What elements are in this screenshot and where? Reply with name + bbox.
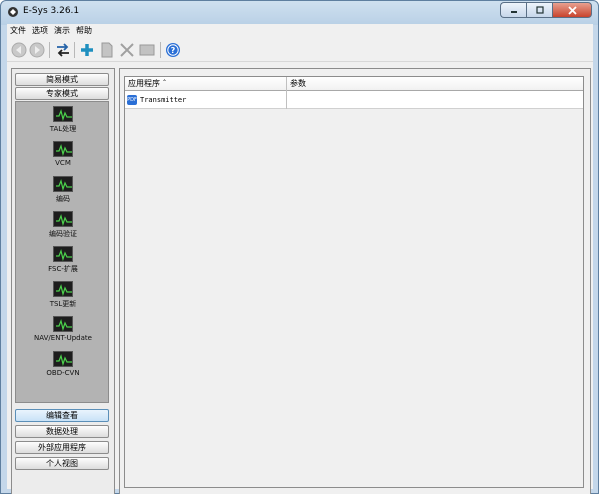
- maximize-button[interactable]: [526, 2, 552, 18]
- toolbar-separator: [74, 42, 75, 58]
- column-header-application[interactable]: 应用程序 ˆ: [125, 77, 287, 91]
- window-title: E-Sys 3.26.1: [23, 6, 80, 16]
- tool-fsc-extension[interactable]: FSC-扩展: [16, 246, 110, 274]
- tool-label: TSL更新: [49, 300, 77, 308]
- window-icon: [139, 44, 155, 56]
- toolbar-separator: [49, 42, 50, 58]
- application-name: Transmitter: [140, 96, 187, 104]
- close-button[interactable]: [552, 2, 592, 18]
- add-button[interactable]: [79, 42, 95, 58]
- personal-view-button[interactable]: 个人视图: [15, 457, 109, 470]
- client-area: 文件 选项 演示 帮助 ? 简易模式 专家模式 TAL处理 VCM 编码 编码验…: [7, 24, 593, 494]
- toolbar-separator: [160, 42, 161, 58]
- expert-mode-button[interactable]: 专家模式: [15, 87, 109, 100]
- cell-parameters: [287, 91, 583, 109]
- help-icon: ?: [166, 43, 180, 57]
- menu-file[interactable]: 文件: [7, 24, 29, 38]
- tool-label: TAL处理: [49, 125, 77, 133]
- minimize-button[interactable]: [500, 2, 526, 18]
- app-window: E-Sys 3.26.1 文件 选项 演示 帮助 ? 简易模式 专家模式 TAL…: [0, 0, 599, 494]
- minimize-icon: [510, 11, 517, 13]
- add-icon: [81, 44, 93, 56]
- edit-view-button[interactable]: 编辑查看: [15, 409, 109, 422]
- menu-bar: 文件 选项 演示 帮助: [7, 24, 593, 38]
- document-button[interactable]: [99, 42, 115, 58]
- cell-application: PDF Transmitter: [125, 91, 287, 109]
- mode-navigator: 简易模式 专家模式 TAL处理 VCM 编码 编码验证 FSC-扩展 TSL更新…: [11, 68, 115, 494]
- oscilloscope-icon: [53, 176, 73, 192]
- applications-table: 应用程序 ˆ 参数 PDF Transmitter: [124, 76, 584, 488]
- tool-label: 编码验证: [49, 230, 77, 238]
- oscilloscope-icon: [53, 246, 73, 262]
- data-processing-button[interactable]: 数据处理: [15, 425, 109, 438]
- column-header-parameters[interactable]: 参数: [287, 77, 583, 91]
- tool-nav-ent-update[interactable]: NAV/ENT-Update: [16, 316, 110, 342]
- back-button[interactable]: [11, 42, 27, 58]
- menu-help[interactable]: 帮助: [73, 24, 95, 38]
- window-button[interactable]: [139, 42, 155, 58]
- tool-label: FSC-扩展: [48, 265, 78, 273]
- toolbar: ?: [7, 38, 593, 62]
- tool-obd-cvn[interactable]: OBD-CVN: [16, 351, 110, 377]
- expert-tools-panel: TAL处理 VCM 编码 编码验证 FSC-扩展 TSL更新 NAV/ENT-U…: [15, 101, 109, 403]
- tool-tsl-update[interactable]: TSL更新: [16, 281, 110, 309]
- back-icon: [11, 42, 27, 58]
- tool-coding[interactable]: 编码: [16, 176, 110, 204]
- tool-label: OBD-CVN: [46, 369, 80, 377]
- connect-icon: [57, 43, 69, 57]
- oscilloscope-icon: [53, 351, 73, 367]
- tool-label: 编码: [56, 195, 70, 203]
- tool-coding-verification[interactable]: 编码验证: [16, 211, 110, 239]
- close-icon: [567, 5, 577, 15]
- cut-icon: [120, 43, 134, 57]
- cut-button[interactable]: [119, 42, 135, 58]
- maximize-icon: [535, 6, 544, 14]
- menu-demo[interactable]: 演示: [51, 24, 73, 38]
- oscilloscope-icon: [53, 281, 73, 297]
- oscilloscope-icon: [53, 141, 73, 157]
- forward-icon: [29, 42, 45, 58]
- oscilloscope-icon: [53, 106, 73, 122]
- oscilloscope-icon: [53, 211, 73, 227]
- title-bar: E-Sys 3.26.1: [1, 1, 598, 23]
- tool-label: NAV/ENT-Update: [34, 334, 92, 342]
- external-apps-button[interactable]: 外部应用程序: [15, 441, 109, 454]
- help-button[interactable]: ?: [165, 42, 181, 58]
- table-row[interactable]: PDF Transmitter: [125, 91, 583, 109]
- document-icon: [101, 42, 113, 58]
- application-icon: PDF: [127, 95, 137, 105]
- connect-button[interactable]: [55, 42, 71, 58]
- simple-mode-button[interactable]: 简易模式: [15, 73, 109, 86]
- oscilloscope-icon: [53, 316, 73, 332]
- tool-vcm[interactable]: VCM: [16, 141, 110, 167]
- app-icon: [8, 7, 18, 17]
- table-header: 应用程序 ˆ 参数: [125, 77, 583, 91]
- menu-options[interactable]: 选项: [29, 24, 51, 38]
- tool-tal-processing[interactable]: TAL处理: [16, 106, 110, 134]
- svg-text:?: ?: [171, 46, 176, 55]
- forward-button[interactable]: [29, 42, 45, 58]
- tool-label: VCM: [55, 159, 71, 167]
- main-panel: 应用程序 ˆ 参数 PDF Transmitter: [119, 68, 591, 494]
